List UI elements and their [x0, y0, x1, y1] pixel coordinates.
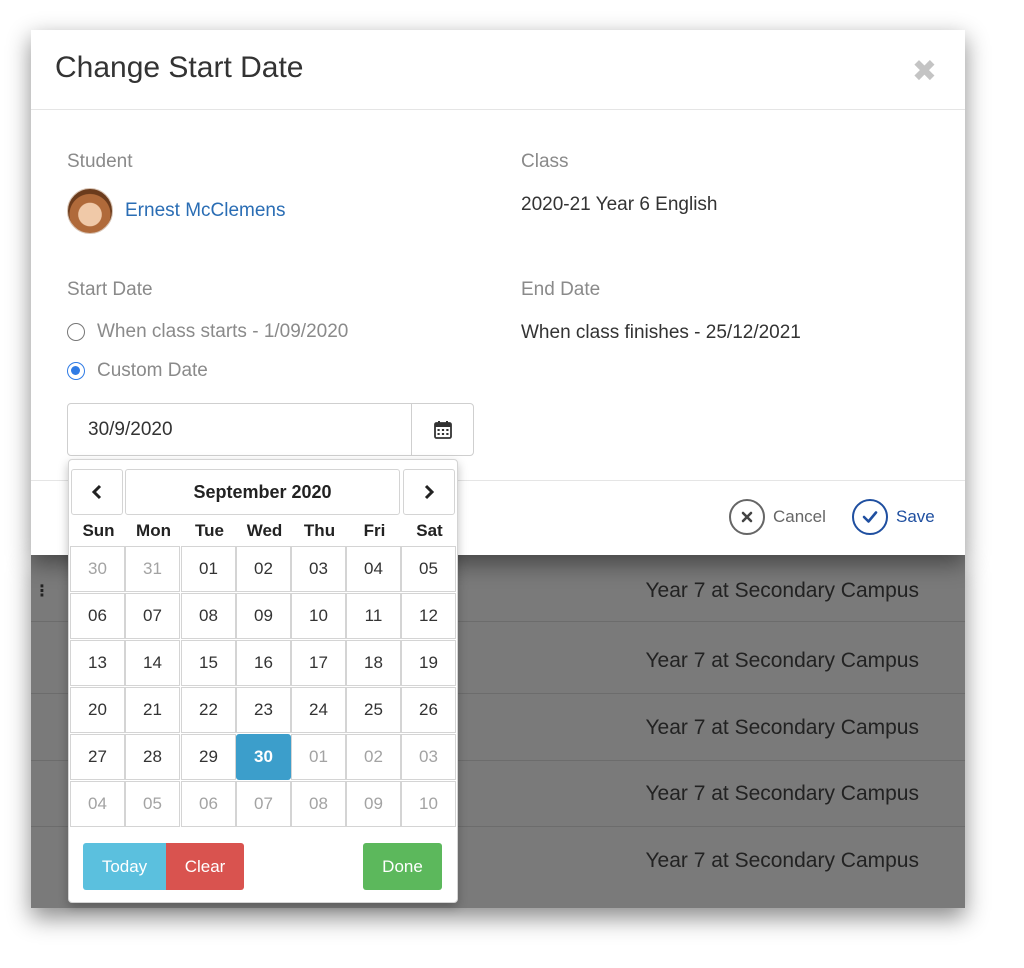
save-button[interactable]: Save: [852, 499, 935, 535]
day-of-week-wed: Wed: [246, 521, 283, 540]
drag-handle-icon[interactable]: ⋮: [34, 581, 50, 601]
end-date-label: End Date: [521, 279, 601, 300]
class-starts-radio[interactable]: [67, 323, 85, 341]
checkmark-icon: [852, 499, 888, 535]
calendar-day[interactable]: 17: [291, 640, 346, 686]
calendar-day[interactable]: 24: [291, 687, 346, 733]
background-row-text: Year 7 at Secondary Campus: [645, 849, 919, 872]
calendar-day[interactable]: 26: [401, 687, 456, 733]
clear-button[interactable]: Clear: [166, 843, 244, 890]
calendar-day[interactable]: 02: [346, 734, 401, 780]
calendar-day-selected[interactable]: 30: [236, 734, 291, 780]
calendar-day[interactable]: 30: [70, 546, 125, 592]
calendar-day[interactable]: 31: [125, 546, 180, 592]
today-button[interactable]: Today: [83, 843, 166, 890]
calendar-day[interactable]: 12: [401, 593, 456, 639]
calendar-day[interactable]: 10: [401, 781, 456, 827]
background-row-text: Year 7 at Secondary Campus: [645, 716, 919, 739]
calendar-day[interactable]: 14: [125, 640, 180, 686]
save-label: Save: [896, 507, 935, 526]
date-input[interactable]: 30/9/2020: [67, 403, 412, 456]
calendar-day[interactable]: 25: [346, 687, 401, 733]
calendar-day[interactable]: 09: [346, 781, 401, 827]
calendar-day[interactable]: 06: [181, 781, 236, 827]
cancel-label: Cancel: [773, 507, 826, 526]
calendar-day[interactable]: 13: [70, 640, 125, 686]
background-row-text: Year 7 at Secondary Campus: [645, 649, 919, 672]
calendar-day[interactable]: 11: [346, 593, 401, 639]
day-of-week-fri: Fri: [363, 521, 386, 540]
calendar-day[interactable]: 09: [236, 593, 291, 639]
close-icon[interactable]: ✖: [912, 54, 937, 89]
chevron-right-icon: [424, 484, 435, 500]
calendar-day[interactable]: 18: [346, 640, 401, 686]
class-starts-label: When class starts - 1/09/2020: [97, 321, 349, 342]
calendar-day[interactable]: 01: [181, 546, 236, 592]
calendar-day[interactable]: 10: [291, 593, 346, 639]
class-value: 2020-21 Year 6 English: [521, 194, 718, 215]
calendar-day[interactable]: 07: [236, 781, 291, 827]
student-name-link[interactable]: Ernest McClemens: [125, 200, 286, 222]
calendar-day[interactable]: 03: [291, 546, 346, 592]
avatar: [67, 188, 113, 234]
done-button[interactable]: Done: [363, 843, 442, 890]
background-row-text: Year 7 at Secondary Campus: [645, 579, 919, 602]
calendar-day[interactable]: 22: [181, 687, 236, 733]
month-label[interactable]: September 2020: [125, 469, 400, 515]
student-label: Student: [67, 151, 133, 172]
custom-date-label: Custom Date: [97, 360, 208, 381]
calendar-day[interactable]: 28: [125, 734, 180, 780]
datepicker: September 2020 Sun Mon Tue Wed Thu Fri Sat 30 3…: [68, 459, 458, 903]
day-of-week-mon: Mon: [136, 521, 171, 540]
calendar-day[interactable]: 02: [236, 546, 291, 592]
day-of-week-thu: Thu: [303, 521, 336, 540]
background-row-text: Year 7 at Secondary Campus: [645, 782, 919, 805]
calendar-day[interactable]: 27: [70, 734, 125, 780]
day-of-week-sat: Sat: [416, 521, 443, 540]
calendar-day[interactable]: 05: [125, 781, 180, 827]
calendar-day[interactable]: 21: [125, 687, 180, 733]
date-input-group: 30/9/2020: [67, 403, 474, 456]
calendar-day[interactable]: 16: [236, 640, 291, 686]
calendar-day[interactable]: 08: [181, 593, 236, 639]
start-date-label: Start Date: [67, 279, 153, 300]
custom-date-radio[interactable]: [67, 362, 85, 380]
calendar-day[interactable]: 08: [291, 781, 346, 827]
end-date-value: When class finishes - 25/12/2021: [521, 322, 801, 343]
modal-title: Change Start Date: [55, 51, 304, 84]
day-of-week-tue: Tue: [195, 521, 224, 540]
day-of-week-sun: Sun: [82, 521, 115, 540]
calendar-day[interactable]: 19: [401, 640, 456, 686]
calendar-day[interactable]: 05: [401, 546, 456, 592]
option-class-starts[interactable]: When class starts - 1/09/2020: [67, 321, 348, 343]
modal-header: Change Start Date ✖: [31, 30, 965, 110]
calendar-day[interactable]: 29: [181, 734, 236, 780]
calendar-day[interactable]: 04: [70, 781, 125, 827]
calendar-day[interactable]: 20: [70, 687, 125, 733]
class-label: Class: [521, 151, 569, 172]
cancel-icon: [729, 499, 765, 535]
calendar-icon: [433, 420, 452, 439]
option-custom-date[interactable]: Custom Date: [67, 360, 208, 382]
calendar-day[interactable]: 07: [125, 593, 180, 639]
calendar-button[interactable]: [411, 403, 474, 456]
prev-month-button[interactable]: [71, 469, 123, 515]
calendar-day[interactable]: 03: [401, 734, 456, 780]
calendar-day[interactable]: 04: [346, 546, 401, 592]
calendar-day[interactable]: 15: [181, 640, 236, 686]
calendar-day[interactable]: 01: [291, 734, 346, 780]
cancel-button[interactable]: Cancel: [729, 499, 826, 535]
calendar-day[interactable]: 23: [236, 687, 291, 733]
calendar-day[interactable]: 06: [70, 593, 125, 639]
chevron-left-icon: [91, 484, 102, 500]
next-month-button[interactable]: [403, 469, 455, 515]
